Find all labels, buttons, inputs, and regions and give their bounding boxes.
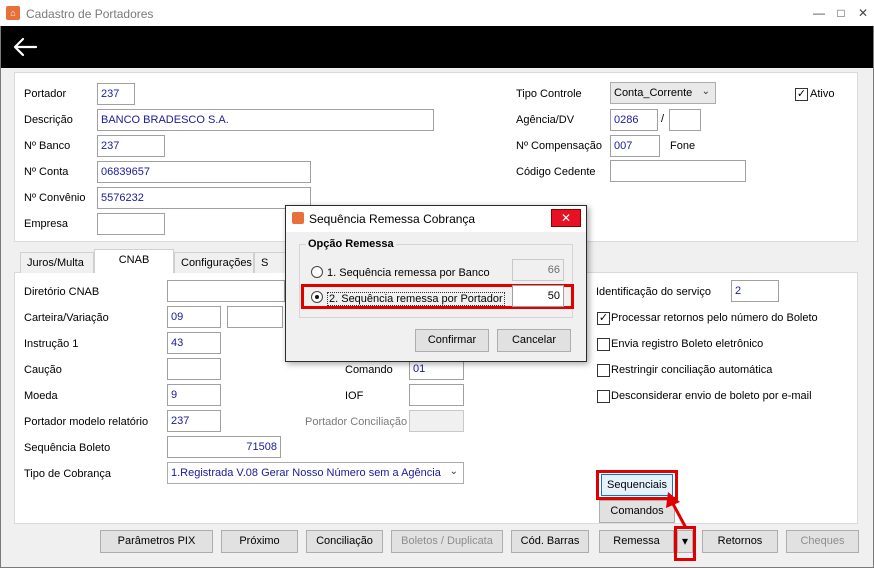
empresa-label: Empresa xyxy=(24,218,69,230)
variacao-field[interactable] xyxy=(227,306,283,328)
nconvenio-field[interactable]: 5576232 xyxy=(97,187,311,209)
tipo-controle-label: Tipo Controle xyxy=(516,88,582,100)
option-banco-radio[interactable] xyxy=(311,266,323,278)
tab-cnab[interactable]: CNAB xyxy=(94,249,174,273)
agencia-separator: / xyxy=(661,113,665,125)
nbanco-label: Nº Banco xyxy=(24,140,71,152)
arrow-left-icon[interactable] xyxy=(10,34,40,60)
envia-registro-checkbox[interactable] xyxy=(597,338,610,351)
iof-field[interactable] xyxy=(409,384,464,406)
codigo-cedente-label: Código Cedente xyxy=(516,166,596,178)
portador-field[interactable]: 237 xyxy=(97,83,135,105)
empresa-field[interactable] xyxy=(97,213,165,235)
agencia-field[interactable]: 0286 xyxy=(610,109,658,131)
moeda-field[interactable]: 9 xyxy=(167,384,221,406)
window-title: Cadastro de Portadores xyxy=(26,7,154,21)
descricao-field[interactable]: BANCO BRADESCO S.A. xyxy=(97,109,434,131)
ncompensacao-field[interactable]: 007 xyxy=(610,135,660,157)
cheques-button: Cheques xyxy=(786,530,859,553)
ativo-checkbox[interactable]: ✓ xyxy=(795,88,808,101)
radio-selected-dot xyxy=(315,295,319,299)
processar-retornos-label: Processar retornos pelo número do Boleto xyxy=(611,312,818,324)
tab-s[interactable]: S xyxy=(254,252,288,273)
tab-configuracoes[interactable]: Configurações xyxy=(174,252,254,273)
nconta-label: Nº Conta xyxy=(24,166,69,178)
proximo-button[interactable]: Próximo xyxy=(221,530,298,553)
comando-label: Comando xyxy=(345,364,393,376)
option-portador-radio[interactable] xyxy=(311,291,323,303)
agencia-dv-field[interactable] xyxy=(669,109,701,131)
ident-servico-label: Identificação do serviço xyxy=(596,286,711,298)
sequencia-boleto-field[interactable]: 71508 xyxy=(167,436,281,458)
ident-servico-field[interactable]: 2 xyxy=(731,280,779,302)
option-banco-label: 1. Sequência remessa por Banco xyxy=(327,267,490,279)
annotation-arrow-icon xyxy=(666,492,688,529)
iof-label: IOF xyxy=(345,390,364,402)
dialog-app-icon xyxy=(292,212,304,224)
ncompensacao-label: Nº Compensação xyxy=(516,140,602,152)
portador-conciliacao-field xyxy=(409,410,464,432)
tipo-controle-value: Conta_Corrente xyxy=(614,87,693,99)
moeda-label: Moeda xyxy=(24,390,58,402)
nbanco-field[interactable]: 237 xyxy=(97,135,165,157)
tipo-cobranca-value: 1.Registrada V.08 Gerar Nosso Número sem… xyxy=(171,467,441,479)
chevron-down-icon: ⌄ xyxy=(701,86,710,97)
chevron-down-icon: ⌄ xyxy=(449,466,458,477)
nconta-field[interactable]: 06839657 xyxy=(97,161,311,183)
diretorio-label: Diretório CNAB xyxy=(24,286,100,298)
sequencia-boleto-label: Sequência Boleto xyxy=(24,442,111,454)
toolbar xyxy=(1,26,873,68)
codigo-cedente-field[interactable] xyxy=(610,160,746,182)
ativo-label: Ativo xyxy=(810,88,835,100)
tab-juros-multa[interactable]: Juros/Multa xyxy=(20,252,94,273)
app-logo-icon: ⌂ xyxy=(6,6,20,20)
tipo-controle-select[interactable]: Conta_Corrente ⌄ xyxy=(610,82,716,104)
minimize-button[interactable]: — xyxy=(808,4,830,22)
instrucao-field[interactable]: 43 xyxy=(167,332,221,354)
restringir-conciliacao-label: Restringir conciliação automática xyxy=(611,364,773,376)
caucao-label: Caução xyxy=(24,364,62,376)
descricao-label: Descrição xyxy=(24,114,73,126)
tipo-cobranca-select[interactable]: 1.Registrada V.08 Gerar Nosso Número sem… xyxy=(167,462,464,484)
parametros-pix-button[interactable]: Parâmetros PIX xyxy=(100,530,213,553)
remessa-button[interactable]: Remessa xyxy=(599,530,674,553)
nconvenio-label: Nº Convênio xyxy=(24,192,86,204)
retornos-button[interactable]: Retornos xyxy=(702,530,778,553)
fone-label: Fone xyxy=(670,140,696,152)
option-portador-label: 2. Sequência remessa por Portador xyxy=(327,292,505,306)
caucao-field[interactable] xyxy=(167,358,221,380)
maximize-button[interactable]: □ xyxy=(830,4,852,22)
option-portador-sequence[interactable]: 50 xyxy=(512,285,564,307)
remessa-dropdown-button[interactable]: ▾ xyxy=(677,530,693,553)
portador-label: Portador xyxy=(24,88,67,100)
portador-relatorio-label: Portador modelo relatório xyxy=(24,416,149,428)
instrucao-label: Instrução 1 xyxy=(24,338,79,350)
agencia-label: Agência/DV xyxy=(516,114,575,126)
close-button[interactable]: ✕ xyxy=(852,4,874,22)
conciliacao-button[interactable]: Conciliação xyxy=(306,530,383,553)
confirmar-button[interactable]: Confirmar xyxy=(415,329,489,352)
cancelar-button[interactable]: Cancelar xyxy=(497,329,571,352)
desconsiderar-email-label: Desconsiderar envio de boleto por e-mail xyxy=(611,390,812,402)
diretorio-field[interactable] xyxy=(167,280,285,302)
dialog-title: Sequência Remessa Cobrança xyxy=(309,212,476,226)
option-banco-sequence: 66 xyxy=(512,259,564,281)
cod-barras-button[interactable]: Cód. Barras xyxy=(511,530,589,553)
portador-relatorio-field[interactable]: 237 xyxy=(167,410,221,432)
desconsiderar-email-checkbox[interactable] xyxy=(597,390,610,403)
dialog-close-button[interactable]: ✕ xyxy=(551,209,581,227)
portador-conciliacao-label: Portador Conciliação xyxy=(305,416,408,428)
restringir-conciliacao-checkbox[interactable] xyxy=(597,364,610,377)
boletos-duplicata-button: Boletos / Duplicata xyxy=(391,530,503,553)
carteira-field[interactable]: 09 xyxy=(167,306,221,328)
envia-registro-label: Envia registro Boleto eletrônico xyxy=(611,338,764,350)
opcao-remessa-label: Opção Remessa xyxy=(306,238,396,250)
tipo-cobranca-label: Tipo de Cobrança xyxy=(24,468,112,480)
processar-retornos-checkbox[interactable]: ✓ xyxy=(597,312,610,325)
carteira-label: Carteira/Variação xyxy=(24,312,109,324)
